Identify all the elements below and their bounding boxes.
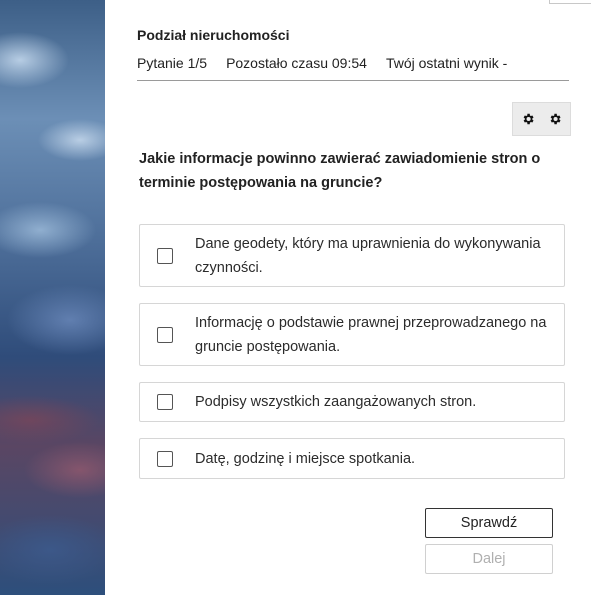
quiz-panel: Podział nieruchomości Pytanie 1/5 Pozost… [105, 0, 591, 595]
answer-checkbox[interactable] [157, 326, 173, 343]
header-divider [137, 80, 569, 81]
answer-checkbox[interactable] [157, 394, 173, 410]
question-counter: Pytanie 1/5 [137, 55, 208, 71]
settings-toolbar [512, 102, 571, 136]
time-remaining: Pozostało czasu 09:54 [226, 55, 367, 71]
quiz-title: Podział nieruchomości [137, 27, 290, 43]
answer-label: Podpisy wszystkich zaangażowanych stron. [195, 394, 477, 410]
gear-icon [523, 113, 534, 125]
quiz-meta: Pytanie 1/5 Pozostało czasu 09:54 Twój o… [137, 55, 575, 71]
answer-option-1[interactable]: Dane geodety, który ma uprawnienia do wy… [139, 224, 565, 287]
answer-label: Dane geodety, który ma uprawnienia do wy… [195, 235, 541, 276]
answer-label: Informację o podstawie prawnej przeprowa… [195, 314, 547, 355]
answer-checkbox[interactable] [157, 450, 173, 467]
answer-option-4[interactable]: Datę, godzinę i miejsce spotkania. [139, 438, 565, 479]
settings-button-1[interactable] [517, 108, 539, 130]
gear-icon [550, 113, 561, 125]
answer-label: Datę, godzinę i miejsce spotkania. [195, 450, 416, 467]
last-score: Twój ostatni wynik - [385, 55, 508, 71]
answer-option-2[interactable]: Informację o podstawie prawnej przeprowa… [139, 303, 565, 366]
check-button[interactable]: Sprawdź [425, 508, 553, 538]
answer-checkbox[interactable] [157, 247, 173, 264]
question-text: Jakie informacje powinno zawierać zawiad… [139, 151, 541, 191]
answer-option-3[interactable]: Podpisy wszystkich zaangażowanych stron. [139, 382, 565, 422]
background-image [0, 0, 105, 595]
next-button[interactable]: Dalej [425, 544, 553, 574]
settings-button-2[interactable] [544, 108, 566, 130]
